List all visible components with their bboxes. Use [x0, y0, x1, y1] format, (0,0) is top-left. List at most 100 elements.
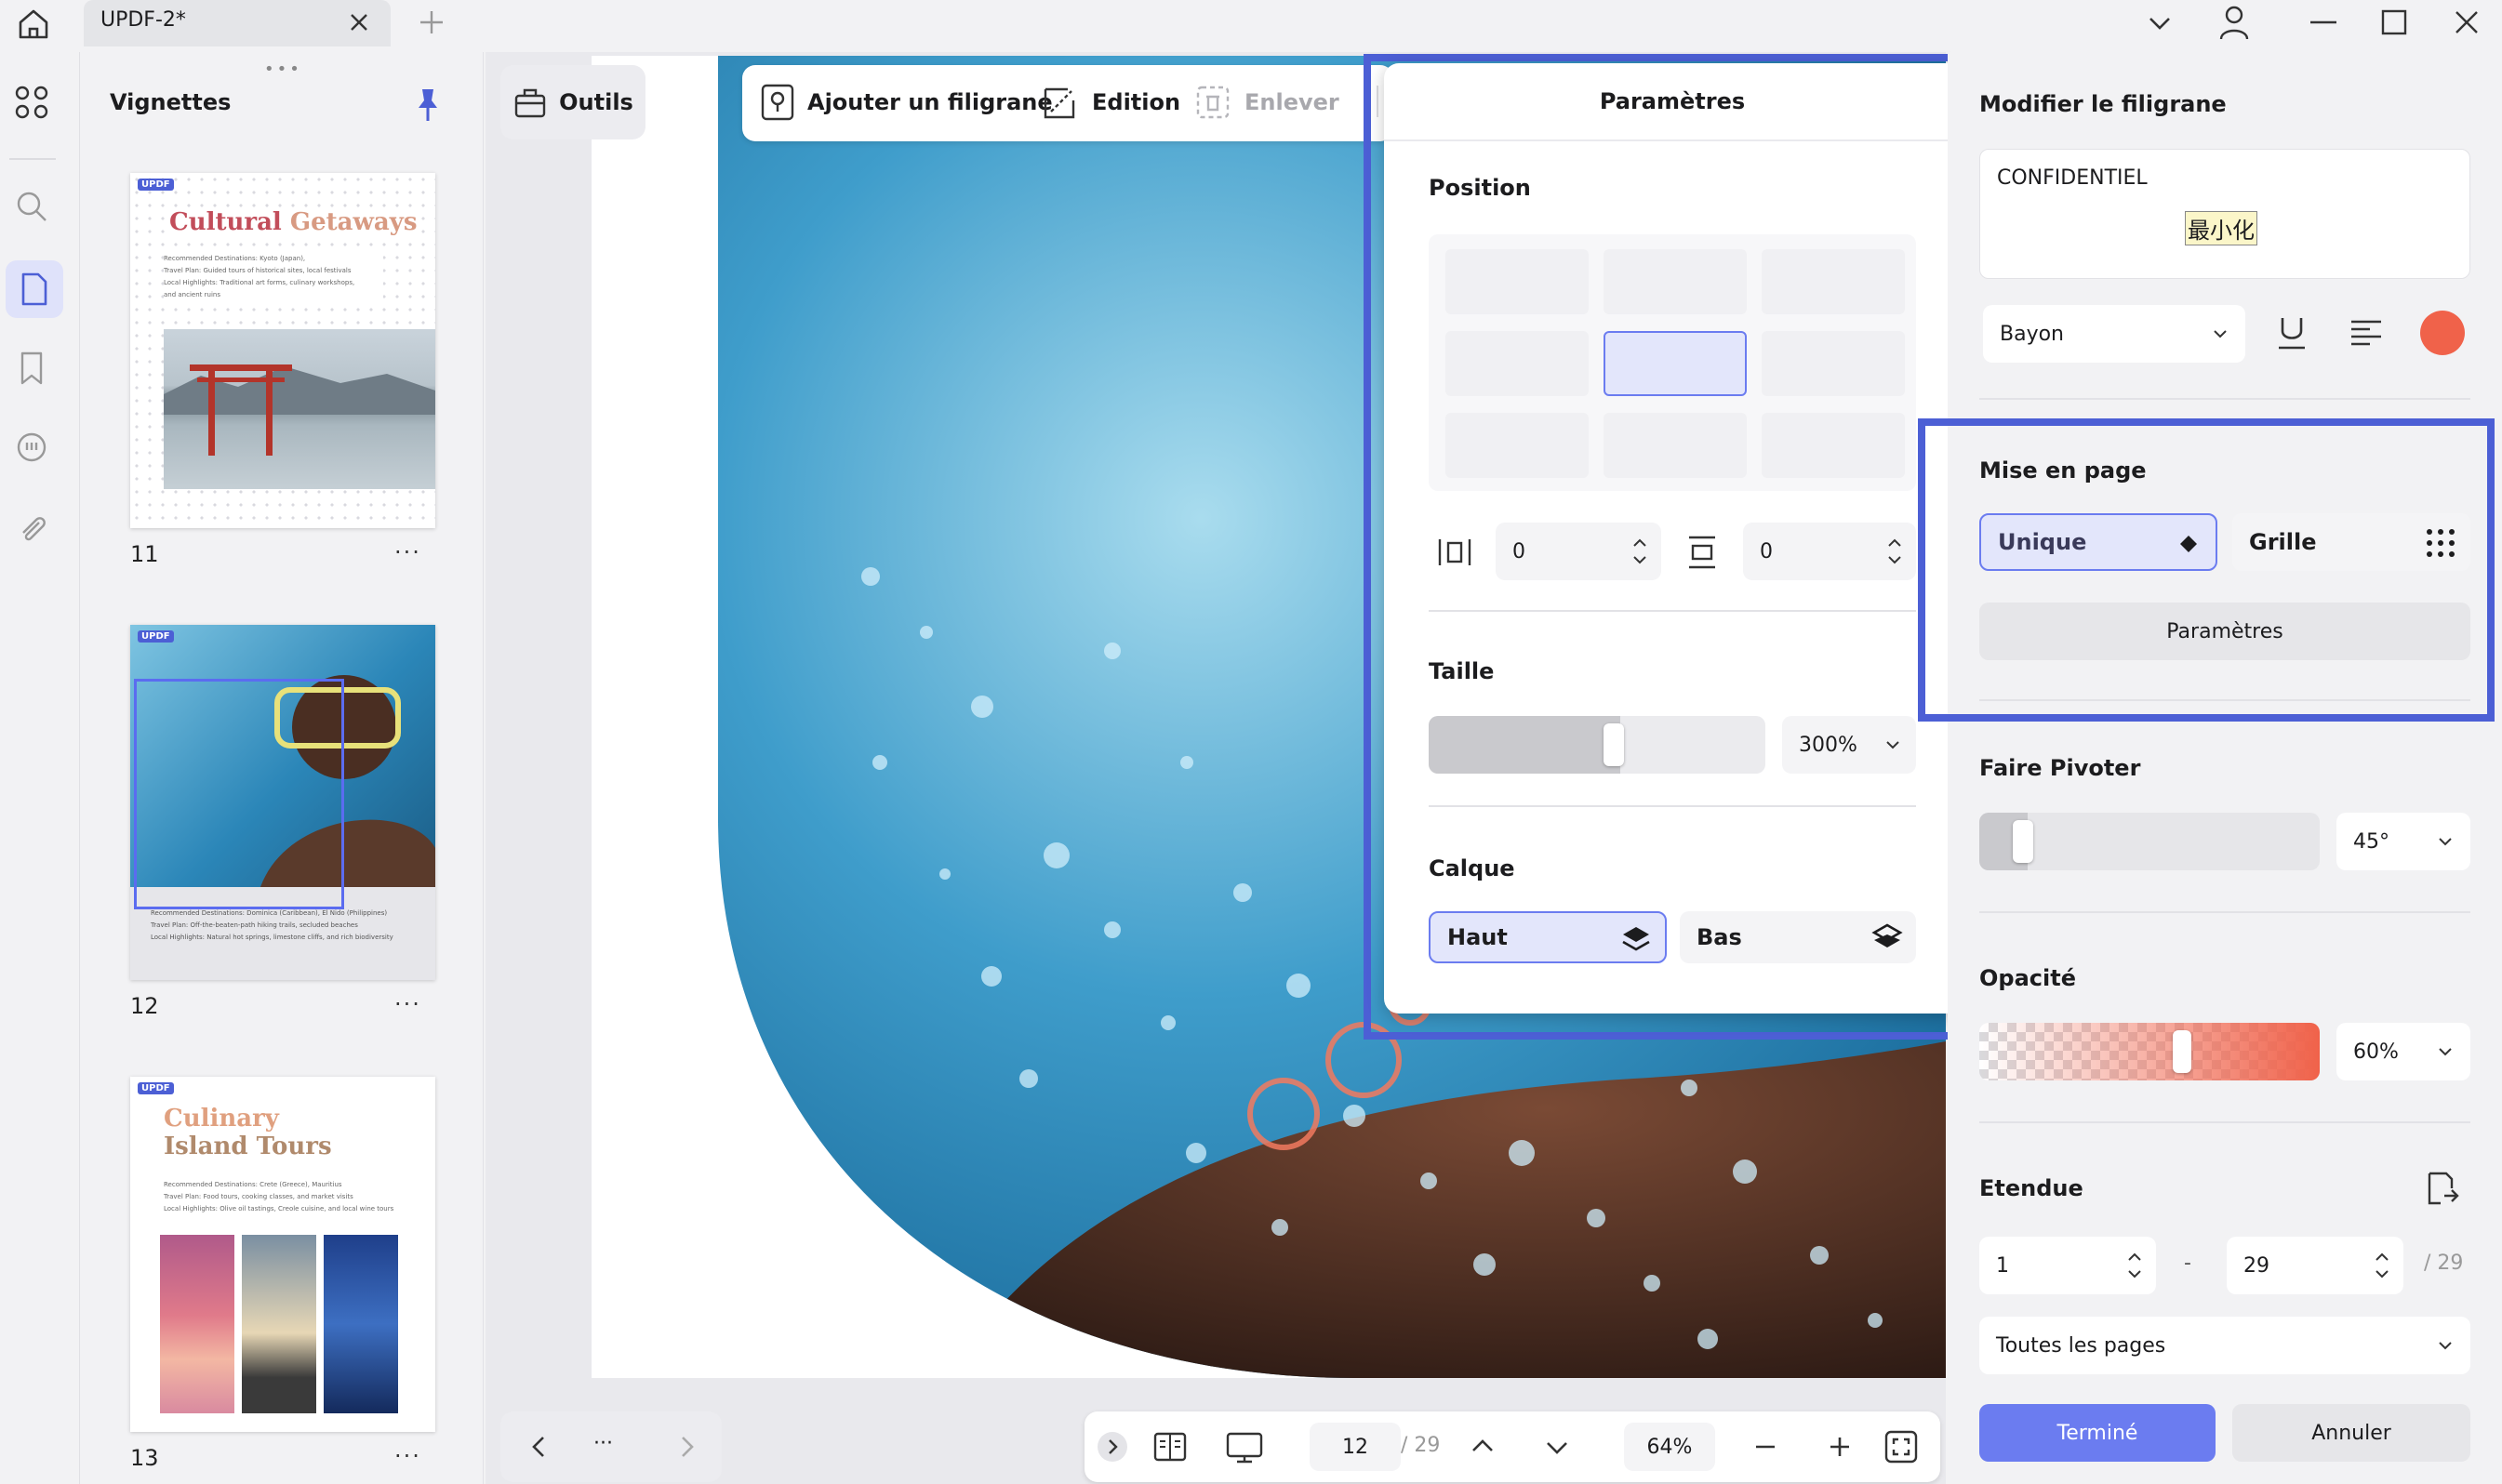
cancel-button[interactable]: Annuler	[2232, 1404, 2470, 1462]
position-center[interactable]	[1604, 331, 1747, 396]
apps-icon[interactable]	[13, 84, 50, 121]
fit-page-icon[interactable]	[1883, 1428, 1920, 1465]
ime-composition: 最小化	[2185, 211, 2257, 245]
pin-icon[interactable]	[409, 86, 446, 123]
rotate-label: Faire Pivoter	[1979, 755, 2141, 781]
tools-button[interactable]: Outils	[500, 65, 645, 139]
layout-label: Mise en page	[1979, 457, 2147, 484]
tools-label: Outils	[559, 89, 633, 115]
align-left-icon[interactable]	[2348, 312, 2385, 353]
rail-divider	[9, 158, 56, 160]
position-bottom-left[interactable]	[1445, 413, 1589, 478]
close-tab-icon[interactable]	[344, 7, 374, 37]
home-icon[interactable]	[13, 4, 54, 45]
watermark-text-input[interactable]: CONFIDENTIEL 最小化	[1979, 149, 2470, 279]
palm-photo	[242, 1235, 316, 1413]
layers-bottom-icon	[1871, 923, 1903, 947]
next-icon[interactable]	[670, 1430, 703, 1464]
position-label: Position	[1429, 175, 1531, 201]
layout-unique-button[interactable]: Unique	[1979, 513, 2217, 571]
thumb-more-12[interactable]: ···	[394, 991, 421, 1017]
thumbnail-page-11[interactable]: UPDF Cultural Getaways Recommended Desti…	[130, 173, 435, 528]
account-icon[interactable]	[2214, 2, 2255, 43]
layout-grid-button[interactable]: Grille	[2232, 513, 2470, 571]
bookmark-icon[interactable]	[13, 350, 50, 387]
comment-icon[interactable]	[13, 430, 50, 467]
layout-parameters-button[interactable]: Paramètres	[1979, 603, 2470, 660]
pages-select[interactable]: Toutes les pages	[1979, 1317, 2470, 1374]
layer-bottom-button[interactable]: Bas	[1680, 911, 1916, 963]
opacity-slider[interactable]	[1979, 1023, 2320, 1080]
size-slider[interactable]	[1429, 716, 1765, 774]
position-top-right[interactable]	[1762, 249, 1905, 314]
thumbnail-page-13[interactable]: UPDF Culinary Island Tours Recommended De…	[130, 1077, 435, 1432]
remove-icon	[1196, 86, 1230, 119]
vertical-offset-icon	[1684, 534, 1721, 571]
page-icon	[21, 272, 47, 306]
chevron-up-icon[interactable]	[1466, 1430, 1499, 1464]
remove-watermark-button[interactable]: Enlever	[1192, 82, 1339, 123]
search-icon[interactable]	[13, 188, 50, 225]
previous-icon[interactable]	[523, 1430, 556, 1464]
done-button[interactable]: Terminé	[1979, 1404, 2216, 1462]
position-top-left[interactable]	[1445, 249, 1589, 314]
minimize-icon[interactable]	[2305, 6, 2342, 39]
presentation-icon[interactable]	[1224, 1428, 1265, 1465]
color-picker[interactable]	[2420, 311, 2465, 355]
stepper-icon[interactable]	[1886, 534, 1903, 569]
rotate-select[interactable]: 45°	[2336, 813, 2470, 870]
island-photo	[324, 1235, 398, 1413]
page-number-11: 11	[130, 541, 159, 567]
stepper-icon[interactable]	[2126, 1248, 2143, 1283]
position-grid	[1429, 234, 1916, 491]
opacity-slider-handle[interactable]	[2173, 1030, 2191, 1073]
thumbnail-page-12[interactable]: UPDF Recommended Destinations: Dominica …	[130, 625, 435, 980]
close-window-icon[interactable]	[2450, 6, 2483, 39]
opacity-select[interactable]: 60%	[2336, 1023, 2470, 1080]
rotate-slider[interactable]	[1979, 813, 2320, 870]
maximize-icon[interactable]	[2377, 6, 2411, 39]
document-tab[interactable]: UPDF-2*	[84, 0, 391, 46]
horizontal-offset-icon	[1436, 534, 1473, 571]
x-offset-input[interactable]: 0	[1496, 523, 1661, 580]
position-bottom-center[interactable]	[1604, 413, 1747, 478]
drag-handle[interactable]: •••	[264, 60, 302, 79]
bottom-toolbar: 12 / 29 64%	[1085, 1411, 1940, 1482]
position-bottom-right[interactable]	[1762, 413, 1905, 478]
zoom-out-icon[interactable]	[1749, 1430, 1782, 1464]
add-watermark-button[interactable]: Ajouter un filigrane	[759, 82, 1053, 123]
pages-button[interactable]	[6, 260, 63, 318]
range-from-input[interactable]: 1	[1979, 1237, 2156, 1294]
thumb-more-11[interactable]: ···	[394, 539, 421, 565]
position-middle-left[interactable]	[1445, 331, 1589, 396]
chevron-down-icon[interactable]	[1540, 1430, 1574, 1464]
y-offset-input[interactable]: 0	[1743, 523, 1916, 580]
zoom-in-icon[interactable]	[1823, 1430, 1857, 1464]
rotate-slider-handle[interactable]	[2013, 820, 2033, 863]
position-top-center[interactable]	[1604, 249, 1747, 314]
page-range-icon[interactable]	[2420, 1168, 2461, 1209]
reading-mode-icon[interactable]	[1151, 1428, 1189, 1465]
edit-watermark-button[interactable]: Edition	[1040, 82, 1180, 123]
stepper-icon[interactable]	[2374, 1248, 2390, 1283]
chevron-down-icon[interactable]	[2143, 6, 2176, 39]
position-middle-right[interactable]	[1762, 331, 1905, 396]
size-select[interactable]: 300%	[1782, 716, 1916, 774]
divider	[1979, 1121, 2470, 1123]
font-select[interactable]: Bayon	[1983, 305, 2245, 363]
page-input[interactable]: 12	[1310, 1423, 1401, 1471]
underline-icon[interactable]	[2273, 312, 2310, 353]
opacity-gradient	[1979, 1023, 2320, 1080]
size-slider-handle[interactable]	[1604, 723, 1624, 766]
attachment-icon[interactable]	[13, 510, 50, 547]
collapse-button[interactable]	[1098, 1432, 1127, 1462]
diamond-icon	[2180, 536, 2197, 552]
stepper-icon[interactable]	[1631, 534, 1648, 569]
nav-more[interactable]: ···	[593, 1432, 613, 1455]
updf-logo: UPDF	[138, 630, 174, 643]
new-tab-icon[interactable]	[415, 6, 448, 39]
thumb-more-13[interactable]: ···	[394, 1443, 421, 1469]
layer-top-button[interactable]: Haut	[1429, 911, 1667, 963]
range-to-input[interactable]: 29	[2227, 1237, 2403, 1294]
zoom-input[interactable]: 64%	[1624, 1423, 1715, 1471]
